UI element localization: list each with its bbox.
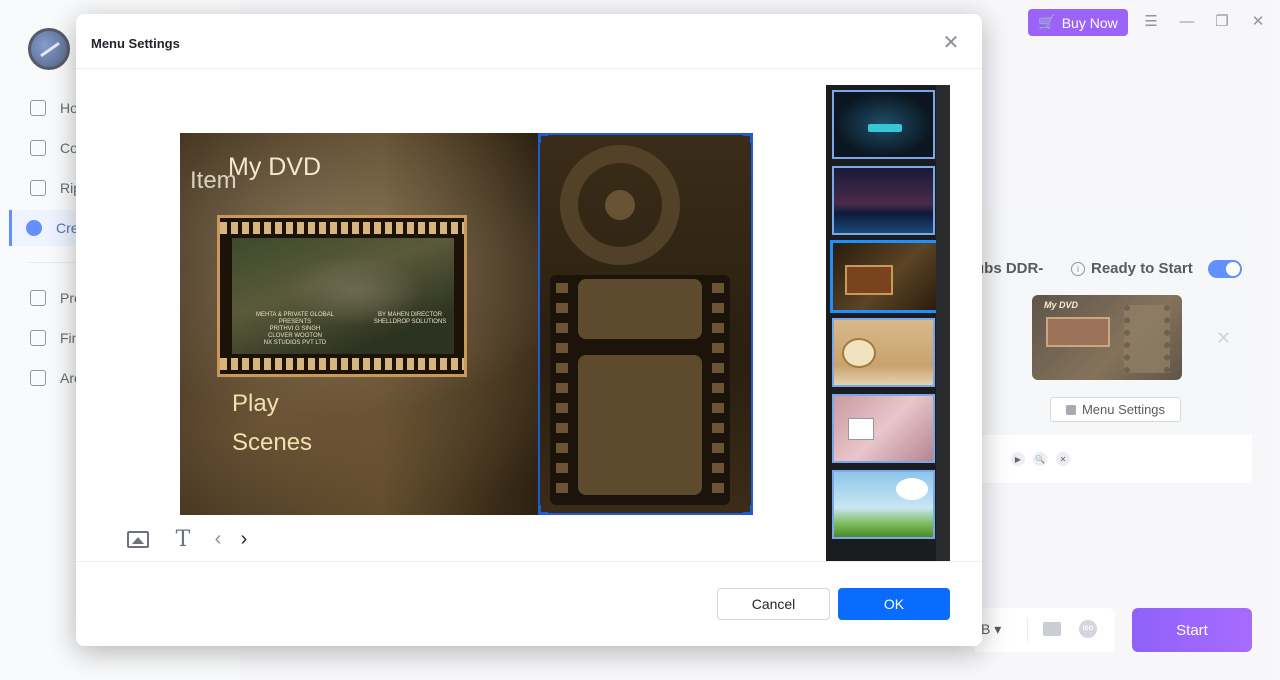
close-icon[interactable]: ✕ [941,33,961,53]
template-thumbnail-selected[interactable] [830,240,939,313]
template-thumbnail[interactable] [832,90,935,159]
strip-frame [578,355,702,495]
template-thumbnail[interactable] [832,166,935,235]
selection-handle[interactable] [743,133,753,143]
template-thumbnail[interactable] [832,318,935,387]
template-scrollbar[interactable] [936,85,950,562]
film-credit-right: BY MAHEN DIRECTOR SHELLDROP SOLUTIONS [373,312,447,325]
film-perforations [220,222,464,234]
template-list [826,85,950,562]
menu-preview[interactable]: Item My DVD MEHTA & PRIVATE GLOBAL PRESE… [180,133,753,515]
film-reel-hub [605,190,635,220]
film-perforations [220,358,464,370]
strip-frame [578,279,702,339]
selection-handle[interactable] [538,133,548,143]
film-strip-graphic [550,275,730,505]
preview-filmstrip[interactable]: MEHTA & PRIVATE GLOBAL PRESENTS PRITHVI … [217,215,467,377]
selection-handle[interactable] [743,505,753,515]
strip-perforations [556,283,568,497]
preview-play-text[interactable]: Play [232,390,279,418]
dialog-title: Menu Settings [91,36,180,51]
chevron-left-icon[interactable]: ‹ [210,528,226,550]
preview-scenes-text[interactable]: Scenes [232,429,312,457]
image-icon [127,530,149,548]
ok-button[interactable]: OK [838,588,950,620]
chevron-right-icon[interactable]: › [236,528,252,550]
cancel-button[interactable]: Cancel [717,588,830,620]
menu-settings-dialog: Menu Settings ✕ Item My DVD MEHTA & PRIV… [76,14,982,646]
footer-divider [76,561,982,562]
add-image-button[interactable] [126,528,150,550]
preview-background-frame[interactable] [538,133,753,515]
add-text-button[interactable]: T [172,527,194,552]
selection-handle[interactable] [538,505,548,515]
template-thumbnail[interactable] [832,394,935,463]
header-divider [76,68,982,69]
film-credit-left: MEHTA & PRIVATE GLOBAL PRESENTS PRITHVI … [255,312,335,346]
template-thumbnail[interactable] [832,470,935,539]
strip-perforations [712,283,724,497]
preview-title-text[interactable]: My DVD [228,153,321,182]
